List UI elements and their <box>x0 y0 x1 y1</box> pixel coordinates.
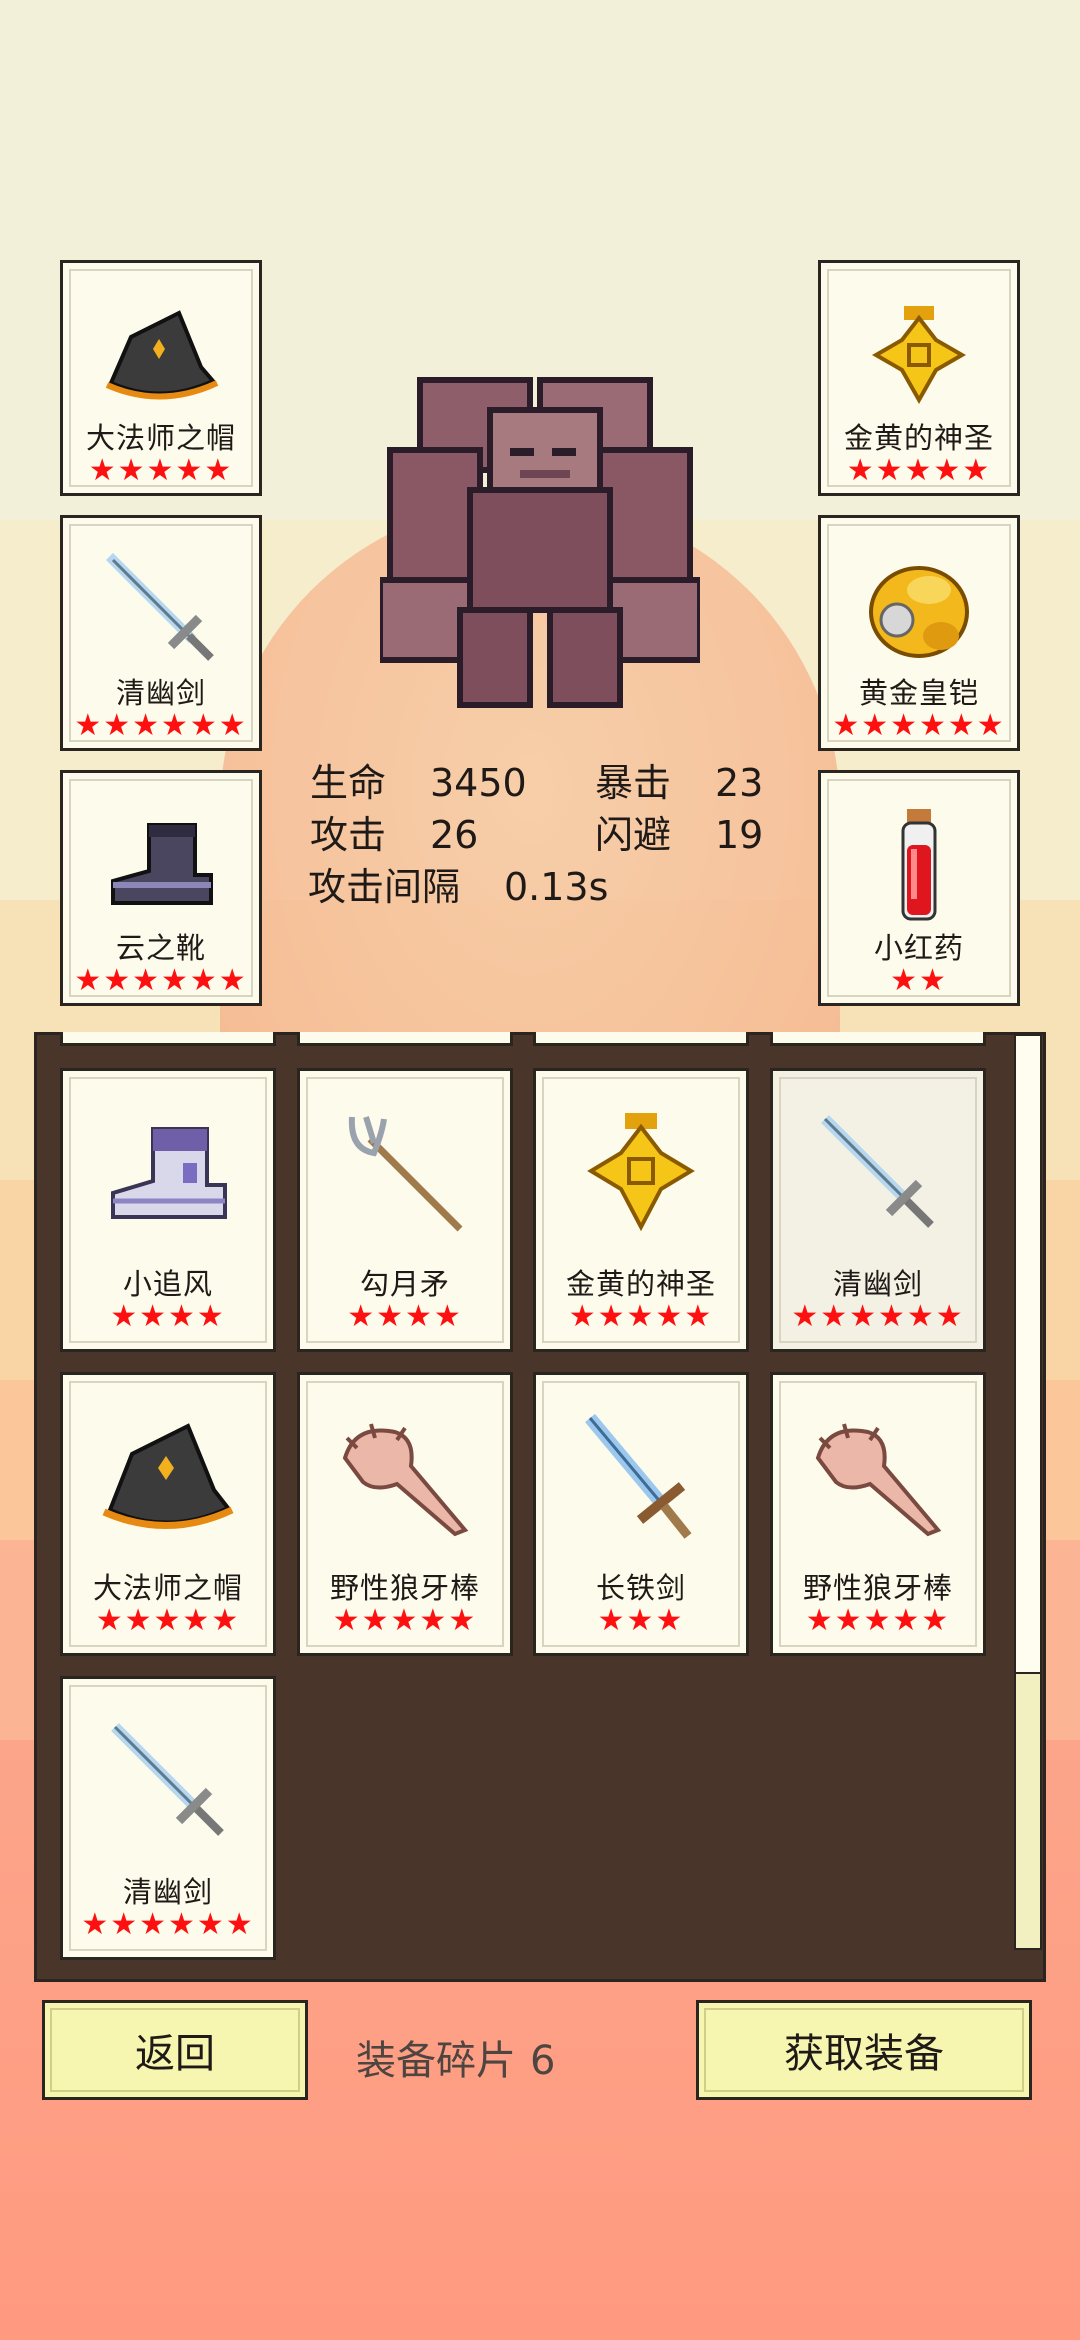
get-equipment-button[interactable]: 获取装备 <box>696 2000 1032 2100</box>
star-rating: ★★★★★ <box>805 1603 951 1638</box>
fragments-counter: 装备碎片 6 <box>356 2028 569 2086</box>
star-rating: ★★★ <box>597 1603 685 1638</box>
star-rating: ★★★★★ <box>568 1299 714 1334</box>
equip-slot-amulet[interactable]: 金黄的神圣 ★★★★★ <box>818 260 1020 496</box>
item-name: 野性狼牙棒 <box>802 1571 953 1605</box>
gold-armor-icon <box>821 540 1017 680</box>
item-name: 黄金皇铠 <box>858 676 979 710</box>
inventory-row-peek <box>770 1032 986 1046</box>
inventory-row-peek <box>60 1032 276 1046</box>
wizard-hat-icon <box>63 1403 273 1553</box>
crit-value: 23 <box>715 761 764 805</box>
item-name: 小红药 <box>873 931 964 965</box>
star-rating: ★★★★★ <box>95 1603 241 1638</box>
star-rating: ★★★★ <box>347 1299 463 1334</box>
atk-value: 26 <box>430 813 479 857</box>
crit-label: 暴击 <box>595 761 672 805</box>
wizard-hat-icon <box>63 285 259 425</box>
star-rating: ★★★★★★ <box>81 1907 255 1942</box>
long-iron-sword-icon <box>536 1403 746 1553</box>
inventory-item-selected[interactable]: 清幽剑 ★★★★★★ <box>770 1068 986 1352</box>
inventory-item[interactable]: 野性狼牙棒 ★★★★★ <box>297 1372 513 1656</box>
sword-icon <box>773 1099 983 1249</box>
fragments-label: 装备碎片 <box>356 2038 516 2084</box>
item-name: 野性狼牙棒 <box>329 1571 480 1605</box>
star-rating: ★★★★★★ <box>74 708 248 743</box>
equip-slot-weapon[interactable]: 清幽剑 ★★★★★★ <box>60 515 262 751</box>
hp-value: 3450 <box>430 761 527 805</box>
item-name: 清幽剑 <box>122 1875 213 1909</box>
item-name: 金黄的神圣 <box>843 421 994 455</box>
item-name: 清幽剑 <box>115 676 206 710</box>
equip-slot-boots[interactable]: 云之靴 ★★★★★★ <box>60 770 262 1006</box>
inventory-item[interactable]: 勾月矛 ★★★★ <box>297 1068 513 1352</box>
equip-slot-armor[interactable]: 黄金皇铠 ★★★★★★ <box>818 515 1020 751</box>
back-button[interactable]: 返回 <box>42 2000 308 2100</box>
red-potion-icon <box>821 795 1017 935</box>
inventory-item[interactable]: 长铁剑 ★★★ <box>533 1372 749 1656</box>
inventory-item[interactable]: 野性狼牙棒 ★★★★★ <box>770 1372 986 1656</box>
item-name: 金黄的神圣 <box>565 1267 716 1301</box>
star-rating: ★★ <box>890 963 948 998</box>
item-name: 大法师之帽 <box>92 1571 243 1605</box>
holy-cross-icon <box>821 285 1017 425</box>
sword-icon <box>63 540 259 680</box>
dodge-label: 闪避 <box>595 813 672 857</box>
atk-label: 攻击 <box>310 813 387 857</box>
equip-slot-consumable[interactable]: 小红药 ★★ <box>818 770 1020 1006</box>
equip-slot-head[interactable]: 大法师之帽 ★★★★★ <box>60 260 262 496</box>
armored-boot-icon <box>63 1099 273 1249</box>
star-rating: ★★★★★ <box>846 453 992 488</box>
item-name: 长铁剑 <box>595 1571 686 1605</box>
item-name: 小追风 <box>122 1267 213 1301</box>
stone-golem-icon <box>377 370 703 710</box>
dodge-value: 19 <box>715 813 764 857</box>
hp-label: 生命 <box>310 761 387 805</box>
fragments-count: 6 <box>530 2038 556 2084</box>
item-name: 大法师之帽 <box>85 421 236 455</box>
inventory-row-peek <box>297 1032 513 1046</box>
boot-icon <box>63 795 259 935</box>
inventory-item[interactable]: 小追风 ★★★★ <box>60 1068 276 1352</box>
scrollbar-thumb[interactable] <box>1014 1672 1042 1950</box>
spiked-club-icon <box>773 1403 983 1553</box>
star-rating: ★★★★★ <box>88 453 234 488</box>
spiked-club-icon <box>300 1403 510 1553</box>
inventory-item[interactable]: 金黄的神圣 ★★★★★ <box>533 1068 749 1352</box>
star-rating: ★★★★★★ <box>832 708 1006 743</box>
interval-label: 攻击间隔 <box>308 865 461 909</box>
inventory-item[interactable]: 大法师之帽 ★★★★★ <box>60 1372 276 1656</box>
sword-icon <box>63 1707 273 1857</box>
trident-icon <box>300 1099 510 1249</box>
inventory-row-peek <box>533 1032 749 1046</box>
star-rating: ★★★★★★ <box>791 1299 965 1334</box>
star-rating: ★★★★ <box>110 1299 226 1334</box>
interval-value: 0.13s <box>504 865 609 909</box>
star-rating: ★★★★★ <box>332 1603 478 1638</box>
star-rating: ★★★★★★ <box>74 963 248 998</box>
inventory-item[interactable]: 清幽剑 ★★★★★★ <box>60 1676 276 1960</box>
item-name: 勾月矛 <box>359 1267 450 1301</box>
holy-cross-icon <box>536 1099 746 1249</box>
item-name: 清幽剑 <box>832 1267 923 1301</box>
item-name: 云之靴 <box>115 931 206 965</box>
